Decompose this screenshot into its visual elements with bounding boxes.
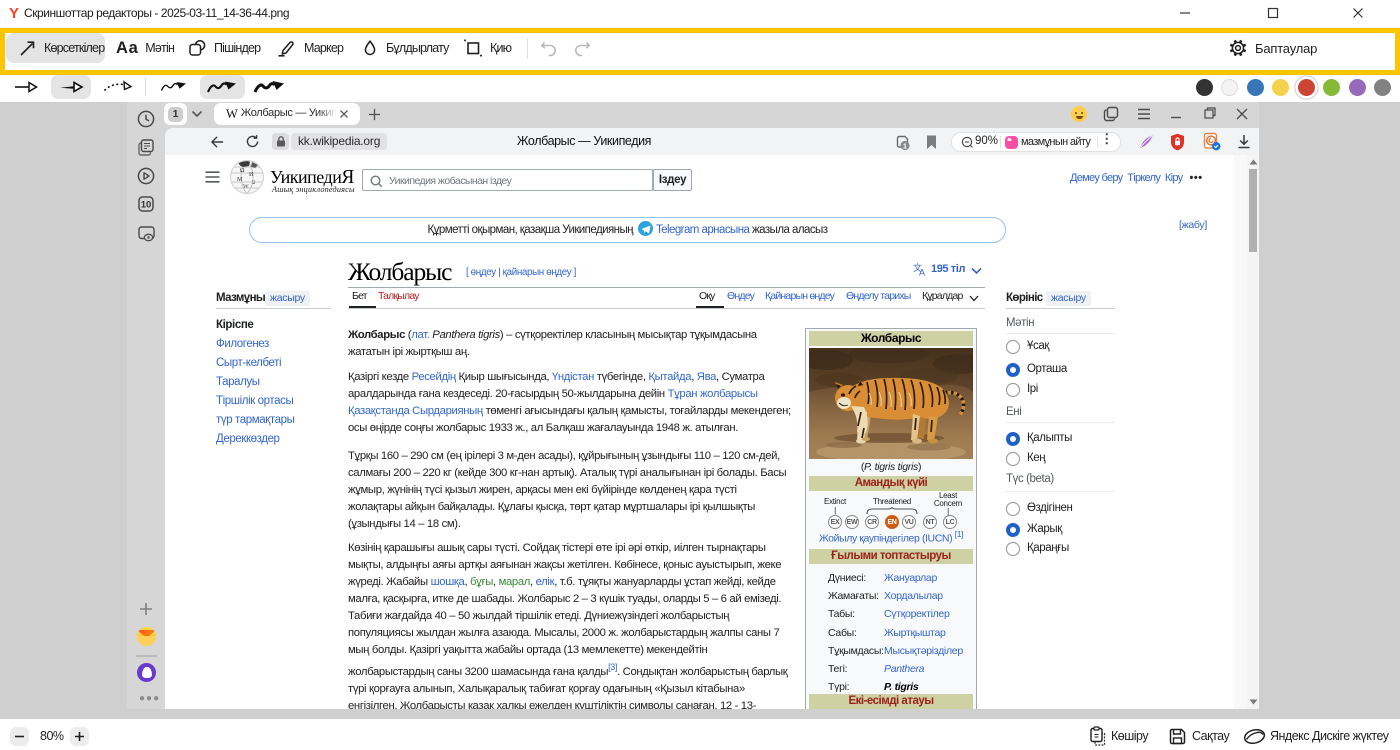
svg-text:Ω: Ω [240, 168, 245, 174]
svg-text:ע: ע [252, 180, 256, 186]
svg-text:A: A [919, 268, 925, 277]
svg-text:W: W [243, 184, 249, 190]
svg-text:M: M [237, 177, 243, 183]
svg-text:И: И [249, 172, 254, 178]
svg-text:1: 1 [903, 141, 907, 150]
svg-text:10: 10 [141, 200, 152, 211]
